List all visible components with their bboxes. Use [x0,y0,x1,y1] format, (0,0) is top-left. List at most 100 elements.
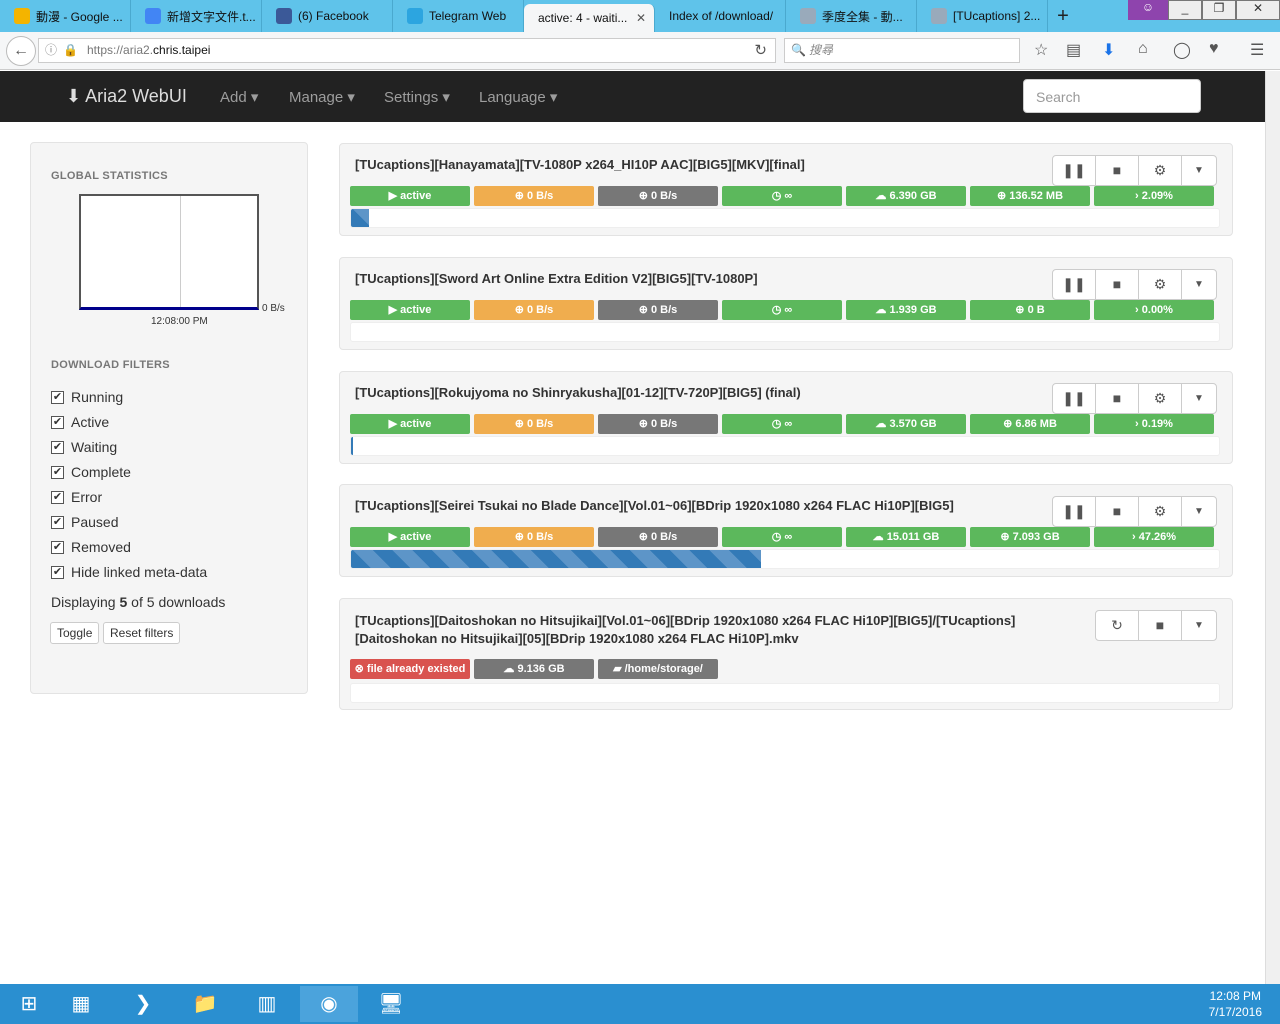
filter-label: Waiting [71,439,118,455]
filter-checkbox[interactable]: ✔ Waiting [51,439,117,455]
checkbox-checked-icon[interactable]: ✔ [51,440,64,454]
pocket-icon[interactable]: ♥ [1209,40,1219,58]
checkbox-checked-icon[interactable]: ✔ [51,390,64,404]
firefox-icon[interactable]: ◉ [300,986,358,1022]
clock[interactable]: 12:08 PM 7/17/2016 [1209,988,1262,1020]
stop-button[interactable]: ■ [1096,270,1139,299]
more-dropdown-button[interactable]: ▼ [1182,270,1216,299]
browser-tab[interactable]: Index of /download/ [655,0,786,32]
checkbox-checked-icon[interactable]: ✔ [51,515,64,529]
checkbox-checked-icon[interactable]: ✔ [51,565,64,579]
path-badge: ▰ /home/storage/ [598,659,718,679]
status-badge: ⊗ file already existed [350,659,470,679]
server-manager-icon[interactable]: ▦ [52,986,110,1022]
status-badge: ▶ active [350,186,470,206]
status-badge: ▶ active [350,414,470,434]
settings-button[interactable]: ⚙ [1139,270,1182,299]
filter-checkbox[interactable]: ✔ Error [51,489,102,505]
more-dropdown-button[interactable]: ▼ [1182,384,1216,413]
checkbox-checked-icon[interactable]: ✔ [51,415,64,429]
browser-tab[interactable]: active: 4 - waiti... ✕ [524,4,655,32]
browser-tab[interactable]: [TUcaptions] 2... [917,0,1048,32]
eta-badge: ◷ ∞ [722,186,842,206]
close-button[interactable]: ✕ [1236,0,1280,20]
reset-filters-button[interactable]: Reset filters [103,622,181,644]
maximize-button[interactable]: ❐ [1202,0,1236,20]
download-item: [TUcaptions][Hanayamata][TV-1080P x264_H… [339,143,1233,236]
checkbox-checked-icon[interactable]: ✔ [51,490,64,504]
filter-checkbox[interactable]: ✔ Paused [51,514,118,530]
reading-list-icon[interactable]: ▤ [1066,40,1081,60]
tab-favicon-icon [14,8,30,24]
home-icon[interactable]: ⌂ [1138,40,1148,58]
menu-add[interactable]: Add ▾ [220,88,258,106]
settings-button[interactable]: ⚙ [1139,497,1182,526]
upload-speed-badge: ⊕ 0 B/s [598,527,718,547]
minimize-button[interactable]: ☺ [1128,0,1168,20]
stop-button[interactable]: ■ [1139,611,1182,640]
start-button[interactable]: ⊞ [0,986,58,1022]
menu-language[interactable]: Language ▾ [479,88,557,106]
download-actions: ❚❚ ■ ⚙ ▼ [1052,155,1217,186]
filter-checkbox[interactable]: ✔ Complete [51,464,131,480]
menu-manage[interactable]: Manage ▾ [289,88,355,106]
download-speed-badge: ⊕ 0 B/s [474,527,594,547]
progress-fill [351,209,370,227]
close-tab-icon[interactable]: ✕ [636,11,646,25]
remote-desktop-icon[interactable]: 🖥 [362,986,420,1022]
file-explorer-icon[interactable]: 📁 [176,986,234,1022]
search-input[interactable]: Search [1023,79,1201,113]
stop-button[interactable]: ■ [1096,497,1139,526]
browser-tab[interactable]: 新增文字文件.t... [131,0,262,32]
toggle-button[interactable]: Toggle [50,622,100,644]
new-tab-button[interactable]: + [1048,5,1078,28]
filter-checkbox[interactable]: ✔ Hide linked meta-data [51,564,207,580]
browser-tab[interactable]: Telegram Web [393,0,524,32]
brand-label: Aria2 WebUI [85,86,187,106]
filter-checkbox[interactable]: ✔ Removed [51,539,131,555]
search-icon: 🔍 [791,43,806,57]
checkbox-checked-icon[interactable]: ✔ [51,540,64,554]
more-dropdown-button[interactable]: ▼ [1182,497,1216,526]
back-button[interactable]: ← [6,36,36,66]
reload-icon[interactable]: ↻ [754,39,767,62]
chat-icon[interactable]: ◯ [1173,40,1191,60]
percent-badge: › 0.00% [1094,300,1214,320]
eta-badge: ◷ ∞ [722,300,842,320]
browser-tab[interactable]: 季度全集 - 動... [786,0,917,32]
stop-button[interactable]: ■ [1096,156,1139,185]
browser-tab[interactable]: 動漫 - Google ... [0,0,131,32]
minimize-button[interactable]: _ [1168,0,1202,20]
stop-button[interactable]: ■ [1096,384,1139,413]
tab-label: 季度全集 - 動... [822,9,903,24]
filter-label: Active [71,414,110,430]
pause-button[interactable]: ❚❚ [1053,384,1096,413]
pause-button[interactable]: ❚❚ [1053,156,1096,185]
scrollbar[interactable] [1265,71,1280,984]
settings-button[interactable]: ⚙ [1139,384,1182,413]
app-icon[interactable]: ▥ [238,986,296,1022]
more-dropdown-button[interactable]: ▼ [1182,156,1216,185]
pause-button[interactable]: ❚❚ [1053,270,1096,299]
browser-tab[interactable]: (6) Facebook [262,0,393,32]
progress-fill [351,550,762,568]
bookmark-star-icon[interactable]: ☆ [1034,40,1048,60]
powershell-icon[interactable]: ❯ [114,986,172,1022]
download-icon[interactable]: ⬇ [1102,40,1115,60]
filter-checkbox[interactable]: ✔ Active [51,414,109,430]
download-actions: ❚❚ ■ ⚙ ▼ [1052,496,1217,527]
status-badge: ▶ active [350,300,470,320]
navbar: ⬇ Aria2 WebUI Add ▾ Manage ▾ Settings ▾ … [0,71,1265,122]
restart-button[interactable]: ↻ [1096,611,1139,640]
checkbox-checked-icon[interactable]: ✔ [51,465,64,479]
url-bar[interactable]: ⓘ 🔒 https://aria2.chris.taipei ↻ [38,38,776,63]
menu-settings[interactable]: Settings ▾ [384,88,450,106]
settings-button[interactable]: ⚙ [1139,156,1182,185]
filter-label: Complete [71,464,131,480]
pause-button[interactable]: ❚❚ [1053,497,1096,526]
filter-checkbox[interactable]: ✔ Running [51,389,123,405]
browser-search-input[interactable]: 🔍 搜尋 [784,38,1020,63]
menu-icon[interactable]: ☰ [1250,40,1264,60]
more-dropdown-button[interactable]: ▼ [1182,611,1216,640]
brand[interactable]: ⬇ Aria2 WebUI [66,86,187,107]
